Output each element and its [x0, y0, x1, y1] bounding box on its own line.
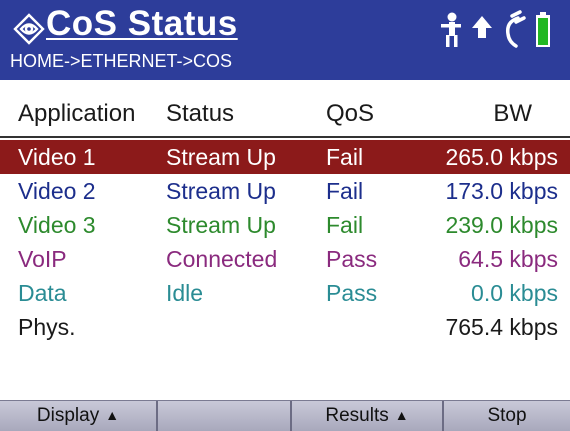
stop-softkey[interactable]: Stop	[444, 401, 570, 431]
qos-cell: Pass	[326, 246, 378, 272]
display-softkey[interactable]: Display ▲	[0, 401, 158, 431]
qos-cell: Fail	[326, 178, 364, 204]
table-row[interactable]: VoIP Connected Pass 64.5 kbps	[0, 242, 570, 276]
status-cell: Connected	[166, 246, 278, 272]
triangle-up-icon: ▲	[394, 407, 409, 423]
status-icons	[438, 10, 558, 50]
column-header-bw: BW	[493, 100, 532, 127]
table-row[interactable]: Video 3 Stream Up Fail 239.0 kbps	[0, 208, 570, 242]
arrow-up-icon	[472, 16, 492, 38]
table-header: Application Status QoS BW	[0, 100, 570, 136]
header-divider	[0, 136, 570, 138]
status-cell: Stream Up	[166, 144, 276, 170]
cos-table: Video 1 Stream Up Fail 265.0 kbps Video …	[0, 140, 570, 344]
results-softkey[interactable]: Results ▲	[292, 401, 444, 431]
bw-cell: 239.0 kbps	[445, 212, 558, 238]
application-cell: Video 3	[18, 212, 96, 238]
column-header-status: Status	[166, 100, 235, 127]
application-cell: Phys.	[18, 314, 76, 340]
table-row[interactable]: Data Idle Pass 0.0 kbps	[0, 276, 570, 310]
title-bar: CoS Status HOME->ETHERNET->COS	[0, 0, 570, 80]
results-softkey-label: Results	[325, 405, 389, 426]
bw-cell: 765.4 kbps	[445, 314, 558, 340]
blank-softkey[interactable]	[158, 401, 292, 431]
breadcrumb: HOME->ETHERNET->COS	[10, 51, 233, 71]
bw-cell: 64.5 kbps	[458, 246, 558, 272]
battery-icon	[536, 12, 550, 47]
plug-icon	[505, 10, 526, 48]
triangle-up-icon: ▲	[105, 407, 120, 423]
table-row[interactable]: Video 2 Stream Up Fail 173.0 kbps	[0, 174, 570, 208]
status-cell: Idle	[166, 280, 204, 306]
qos-cell: Fail	[326, 144, 364, 170]
display-softkey-label: Display	[36, 405, 100, 426]
application-cell: Data	[18, 280, 67, 306]
column-header-qos: QoS	[326, 100, 375, 127]
application-cell: VoIP	[18, 246, 67, 272]
table-row[interactable]: Phys. 765.4 kbps	[0, 310, 570, 344]
status-cell: Stream Up	[166, 178, 276, 204]
table-row[interactable]: Video 1 Stream Up Fail 265.0 kbps	[0, 140, 570, 174]
stop-softkey-label: Stop	[487, 405, 527, 426]
bw-cell: 173.0 kbps	[445, 178, 558, 204]
bw-cell: 0.0 kbps	[471, 280, 558, 306]
application-cell: Video 1	[18, 144, 96, 170]
page-title: CoS Status	[46, 4, 238, 43]
qos-cell: Pass	[326, 280, 378, 306]
logo-icon	[13, 13, 45, 45]
qos-cell: Fail	[326, 212, 364, 238]
bw-cell: 265.0 kbps	[445, 144, 558, 170]
softkey-bar: Display ▲ Results ▲ Stop	[0, 400, 570, 431]
column-header-application: Application	[18, 100, 136, 127]
person-icon	[441, 12, 461, 47]
application-cell: Video 2	[18, 178, 96, 204]
status-cell: Stream Up	[166, 212, 276, 238]
